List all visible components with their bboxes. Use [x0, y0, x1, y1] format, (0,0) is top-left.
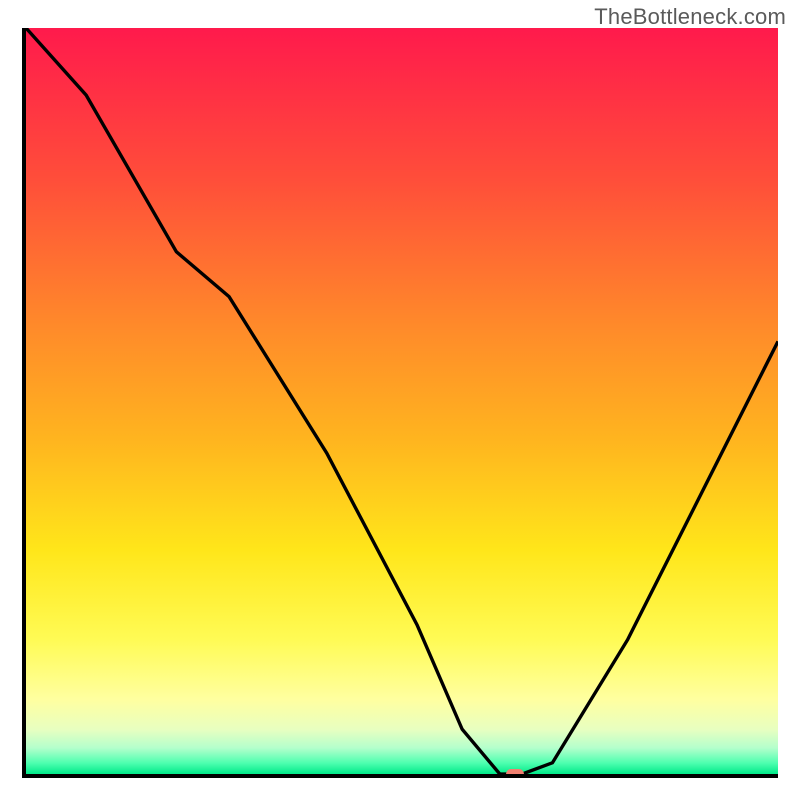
bottleneck-chart: TheBottleneck.com — [0, 0, 800, 800]
bottleneck-curve — [26, 28, 778, 774]
optimal-point-marker — [506, 769, 524, 778]
curve-path — [26, 28, 778, 774]
watermark-text: TheBottleneck.com — [594, 4, 786, 30]
plot-area — [22, 28, 778, 778]
